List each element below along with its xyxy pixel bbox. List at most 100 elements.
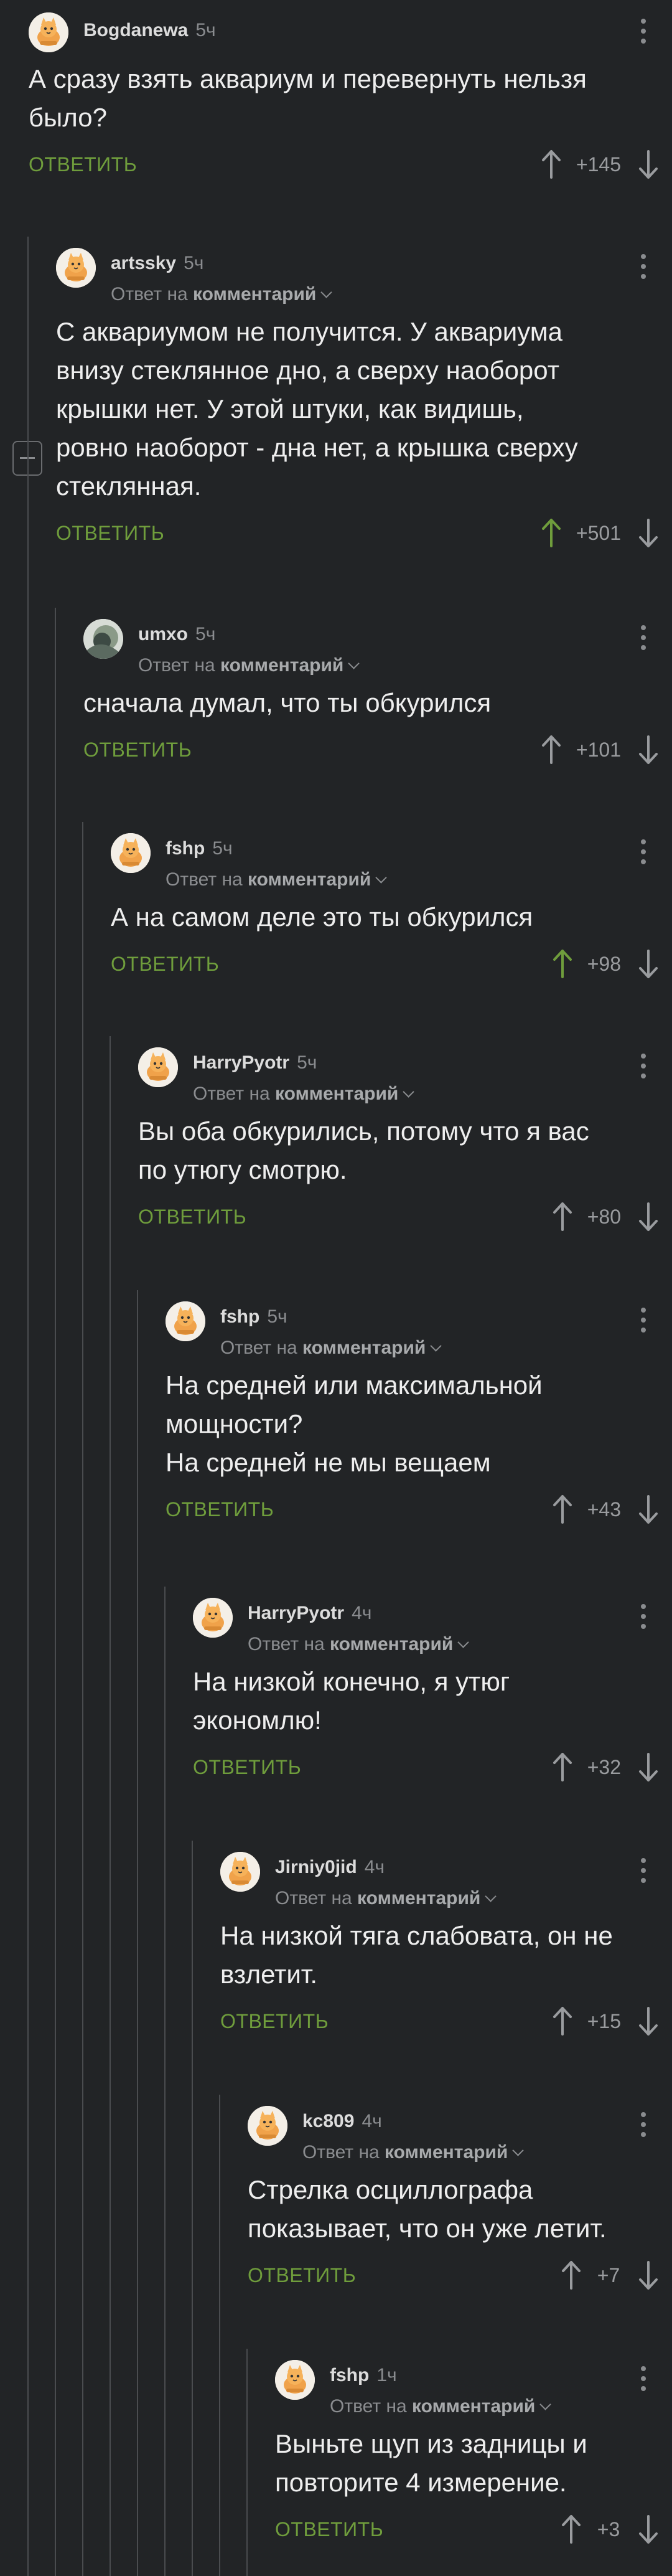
avatar[interactable] bbox=[56, 248, 96, 288]
reply-to-link[interactable]: комментарий bbox=[412, 2396, 535, 2417]
reply-button[interactable]: ОТВЕТИТЬ bbox=[29, 153, 137, 176]
avatar[interactable] bbox=[166, 1301, 205, 1341]
chevron-down-icon[interactable] bbox=[375, 872, 388, 884]
more-vertical-icon[interactable] bbox=[641, 1054, 647, 1083]
thread-line[interactable] bbox=[137, 1290, 138, 2576]
username[interactable]: fshp 5ч bbox=[166, 838, 233, 859]
more-vertical-icon[interactable] bbox=[641, 625, 647, 655]
reply-button[interactable]: ОТВЕТИТЬ bbox=[111, 953, 219, 976]
more-vertical-icon[interactable] bbox=[641, 19, 647, 49]
vote-controls: +43 bbox=[551, 1491, 660, 1528]
arrow-up-icon[interactable] bbox=[560, 2260, 582, 2291]
username[interactable]: Bogdanewa 5ч bbox=[83, 20, 216, 41]
vote-controls: +145 bbox=[540, 146, 660, 183]
thread-line[interactable] bbox=[246, 2349, 248, 2576]
reply-to-link[interactable]: комментарий bbox=[275, 1083, 398, 1104]
more-vertical-icon[interactable] bbox=[641, 1604, 647, 1634]
more-vertical-icon[interactable] bbox=[641, 1308, 647, 1338]
chevron-down-icon[interactable] bbox=[457, 1636, 470, 1648]
thread-line[interactable] bbox=[192, 1841, 193, 2576]
comment-time: 5ч bbox=[297, 1052, 317, 1073]
chevron-down-icon[interactable] bbox=[485, 1890, 497, 1902]
reply-button[interactable]: ОТВЕТИТЬ bbox=[193, 1756, 301, 1779]
arrow-up-icon[interactable] bbox=[551, 2006, 574, 2037]
arrow-up-icon[interactable] bbox=[551, 1201, 574, 1232]
thread-line[interactable] bbox=[27, 237, 29, 2576]
avatar[interactable] bbox=[138, 1047, 178, 1087]
more-vertical-icon[interactable] bbox=[641, 254, 647, 284]
comment: fshp 5ч Ответ на комментарий А на самом дел… bbox=[111, 832, 672, 983]
reply-to-link[interactable]: комментарий bbox=[248, 869, 371, 890]
avatar[interactable] bbox=[83, 619, 123, 659]
reply-to-link[interactable]: комментарий bbox=[193, 284, 316, 304]
thread-line[interactable] bbox=[82, 822, 83, 2576]
avatar[interactable] bbox=[220, 1852, 260, 1892]
avatar[interactable] bbox=[111, 833, 151, 873]
reply-button[interactable]: ОТВЕТИТЬ bbox=[220, 2010, 329, 2033]
reply-to-link[interactable]: комментарий bbox=[220, 655, 343, 676]
username[interactable]: artssky 5ч bbox=[111, 253, 203, 274]
arrow-down-icon[interactable] bbox=[637, 1752, 660, 1783]
rating: +501 bbox=[576, 521, 621, 544]
reply-button[interactable]: ОТВЕТИТЬ bbox=[166, 1498, 274, 1521]
chevron-down-icon[interactable] bbox=[320, 286, 333, 298]
username[interactable]: Jirniy0jid 4ч bbox=[275, 1857, 385, 1878]
comment-text: На средней или максимальной мощности? На с… bbox=[166, 1366, 672, 1482]
arrow-up-icon[interactable] bbox=[540, 149, 562, 180]
avatar[interactable] bbox=[275, 2360, 315, 2400]
reply-to: Ответ на комментарий bbox=[138, 655, 360, 676]
more-vertical-icon[interactable] bbox=[641, 2112, 647, 2142]
arrow-down-icon[interactable] bbox=[637, 948, 660, 979]
arrow-up-icon[interactable] bbox=[551, 1752, 574, 1783]
arrow-up-icon[interactable] bbox=[551, 1494, 574, 1525]
chevron-down-icon[interactable] bbox=[348, 658, 360, 669]
arrow-up-icon[interactable] bbox=[540, 734, 562, 765]
reply-to-link[interactable]: комментарий bbox=[357, 1888, 480, 1908]
arrow-up-icon[interactable] bbox=[551, 948, 574, 979]
thread-line[interactable] bbox=[164, 1587, 166, 2576]
arrow-down-icon[interactable] bbox=[637, 2006, 660, 2037]
comment-text-line: по утюгу смотрю. bbox=[138, 1155, 347, 1184]
username[interactable]: fshp 5ч bbox=[220, 1306, 287, 1328]
username[interactable]: HarryPyotr 4ч bbox=[248, 1603, 371, 1624]
avatar[interactable] bbox=[29, 12, 68, 52]
username[interactable]: HarryPyotr 5ч bbox=[193, 1052, 317, 1073]
arrow-down-icon[interactable] bbox=[637, 1494, 660, 1525]
reply-button[interactable]: ОТВЕТИТЬ bbox=[83, 738, 192, 762]
thread-line[interactable] bbox=[219, 2095, 220, 2576]
thread-line[interactable] bbox=[110, 1036, 111, 2576]
chevron-down-icon[interactable] bbox=[430, 1340, 442, 1352]
thread-line[interactable] bbox=[55, 608, 56, 2576]
reply-to-link[interactable]: комментарий bbox=[330, 1634, 453, 1654]
reply-button[interactable]: ОТВЕТИТЬ bbox=[248, 2264, 356, 2287]
avatar[interactable] bbox=[193, 1598, 233, 1638]
chevron-down-icon[interactable] bbox=[539, 2399, 552, 2410]
arrow-up-icon[interactable] bbox=[540, 517, 562, 549]
rating: +80 bbox=[587, 1205, 621, 1228]
comment-text: А на самом деле это ты обкурился bbox=[111, 898, 672, 937]
more-vertical-icon[interactable] bbox=[641, 1858, 647, 1888]
arrow-up-icon[interactable] bbox=[560, 2514, 582, 2545]
comment-time: 5ч bbox=[195, 20, 216, 40]
reply-button[interactable]: ОТВЕТИТЬ bbox=[275, 2518, 383, 2541]
chevron-down-icon[interactable] bbox=[403, 1086, 415, 1098]
avatar[interactable] bbox=[248, 2106, 287, 2146]
rating: +101 bbox=[576, 738, 621, 761]
reply-to: Ответ на комментарий bbox=[275, 1888, 497, 1909]
reply-to-link[interactable]: комментарий bbox=[385, 2142, 508, 2163]
arrow-down-icon[interactable] bbox=[637, 149, 660, 180]
more-vertical-icon[interactable] bbox=[641, 2366, 647, 2396]
username[interactable]: fshp 1ч bbox=[330, 2365, 397, 2386]
reply-button[interactable]: ОТВЕТИТЬ bbox=[56, 522, 164, 545]
username[interactable]: umxo 5ч bbox=[138, 624, 215, 645]
more-vertical-icon[interactable] bbox=[641, 839, 647, 869]
arrow-down-icon[interactable] bbox=[637, 2514, 660, 2545]
username[interactable]: kc809 4ч bbox=[302, 2111, 382, 2132]
reply-to-link[interactable]: комментарий bbox=[302, 1338, 426, 1358]
arrow-down-icon[interactable] bbox=[637, 517, 660, 549]
reply-button[interactable]: ОТВЕТИТЬ bbox=[138, 1205, 246, 1229]
chevron-down-icon[interactable] bbox=[512, 2144, 525, 2156]
arrow-down-icon[interactable] bbox=[637, 734, 660, 765]
arrow-down-icon[interactable] bbox=[637, 1201, 660, 1232]
arrow-down-icon[interactable] bbox=[637, 2260, 660, 2291]
